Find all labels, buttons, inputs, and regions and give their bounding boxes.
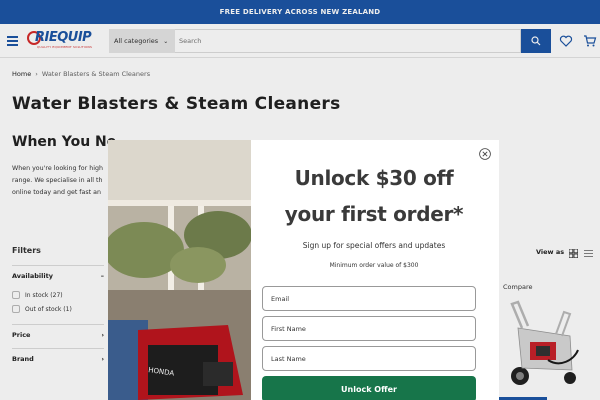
email-field[interactable] <box>262 286 476 311</box>
popup-headline: your first order* <box>284 202 464 226</box>
popup-headline: Unlock $30 off <box>294 166 454 190</box>
signup-popup: HONDA Unlock $30 off your first order* S… <box>108 140 499 400</box>
close-icon <box>479 148 491 160</box>
popup-subtitle: Sign up for special offers and updates <box>302 241 446 250</box>
promo-image-honda-generator: HONDA <box>108 140 251 400</box>
first-name-field[interactable] <box>262 316 476 341</box>
popup-minimum-order: Minimum order value of $300 <box>329 262 419 269</box>
last-name-field[interactable] <box>262 346 476 371</box>
unlock-offer-button[interactable]: Unlock Offer <box>262 376 476 400</box>
close-button[interactable] <box>478 147 492 161</box>
